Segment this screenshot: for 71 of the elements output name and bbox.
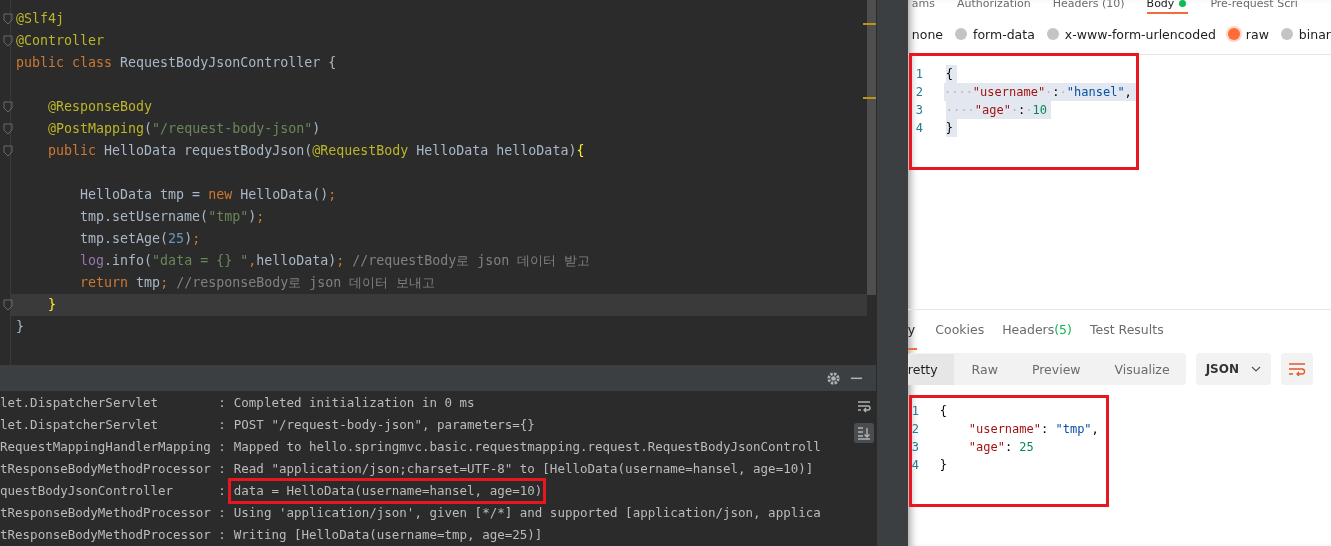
log-source: questBodyJsonController : <box>0 482 226 500</box>
wrap-button[interactable] <box>1281 353 1313 385</box>
line-number: 4 <box>911 457 921 474</box>
radio-button[interactable] <box>1227 28 1240 40</box>
fold-icon[interactable] <box>3 299 13 311</box>
view-tab[interactable]: Visualize <box>1096 353 1186 385</box>
fold-icon[interactable] <box>3 145 13 157</box>
body-type-label[interactable]: form-data <box>973 26 1035 42</box>
body-type-label[interactable]: none <box>911 26 944 42</box>
log-source: tResponseBodyMethodProcessor : <box>0 504 226 522</box>
request-tab[interactable]: ams <box>911 0 936 14</box>
code-line: } <box>47 297 57 312</box>
log-message: Completed initialization in 0 ms <box>232 394 476 412</box>
log-source: RequestMappingHandlerMapping : <box>0 438 226 456</box>
log-message: Using 'application/json', given [*/*] and supported [application/json, applica <box>232 504 822 522</box>
code-line: return tmp; //responseBody로 json 데이터 보내고 <box>79 275 436 290</box>
scroll-to-end-icon[interactable] <box>854 423 875 443</box>
line-number: 2 <box>915 84 925 101</box>
body-type-label[interactable]: x-www-form-urlencoded <box>1064 26 1216 42</box>
line-number: 1 <box>911 403 921 420</box>
chevron-down-icon <box>1251 366 1261 372</box>
log-message: Mapped to hello.springmvc.basic.requestmapping.request.RequestBodyJsonControll <box>232 438 822 456</box>
json-line: } <box>939 457 948 474</box>
radio-button[interactable] <box>955 28 968 40</box>
view-tab[interactable]: retty <box>907 353 954 385</box>
response-tab[interactable]: Cookies <box>935 322 985 350</box>
code-line: log.info("data = {} ",helloData); //requestBody로 json 데이터 받고 <box>79 253 591 268</box>
log-source: let.DispatcherServlet : <box>0 394 226 412</box>
fold-icon[interactable] <box>3 101 13 113</box>
line-number: 3 <box>915 102 925 119</box>
fold-icon[interactable] <box>3 35 13 47</box>
fold-icon[interactable] <box>3 13 13 25</box>
log-message: POST "/request-body-json", parameters={} <box>232 416 536 434</box>
wrap-lines-icon <box>1288 362 1306 376</box>
code-line: tmp.setAge(25); <box>79 231 201 246</box>
response-tab[interactable]: Headers(5) <box>1002 322 1072 350</box>
line-number: 4 <box>915 120 925 137</box>
log-message: Read "application/json;charset=UTF-8" to [HelloData(username=hansel, age=10)] <box>232 460 815 478</box>
response-tab[interactable]: Test Results <box>1089 322 1164 350</box>
code-line: public class RequestBodyJsonController { <box>16 55 337 70</box>
line-number: 3 <box>911 439 921 456</box>
json-line: "username": "tmp", <box>967 421 1099 438</box>
code-line: @PostMapping("/request-body-json") <box>47 121 321 136</box>
view-tab[interactable]: Raw <box>953 353 1014 385</box>
settings-icon[interactable] <box>826 370 842 386</box>
fold-icon[interactable] <box>3 123 13 135</box>
format-dropdown[interactable]: JSON <box>1195 353 1271 385</box>
code-line: } <box>16 319 24 334</box>
body-type-label[interactable]: binar <box>1298 26 1331 42</box>
log-message: data = HelloData(username=hansel, age=10) <box>229 480 545 502</box>
json-line: "age": 25 <box>967 439 1034 456</box>
log-message: Writing [HelloData(username=tmp, age=25)] <box>232 526 544 544</box>
response-tab[interactable]: y <box>907 322 918 350</box>
log-source: tResponseBodyMethodProcessor : <box>0 526 226 544</box>
view-tab[interactable]: Preview <box>1013 353 1097 385</box>
json-line: { <box>939 403 948 420</box>
code-line: public HelloData requestBodyJson(@RequestBody HelloData helloData){ <box>47 143 585 158</box>
log-source: let.DispatcherServlet : <box>0 416 226 434</box>
code-line: @Controller <box>16 33 105 48</box>
radio-button[interactable] <box>1280 28 1293 40</box>
code-line: @ResponseBody <box>47 99 153 114</box>
code-line: HelloData tmp = new HelloData(); <box>79 187 337 202</box>
code-line: @Slf4j <box>16 11 65 26</box>
request-body-editor[interactable]: 1 { 2 ····"username"·:·"hansel", 3 ····"age"·:·10 4 } <box>911 56 1136 167</box>
code-line: tmp.setUsername("tmp"); <box>79 209 265 224</box>
line-number: 2 <box>911 421 921 438</box>
body-type-label[interactable]: raw <box>1245 26 1269 42</box>
line-number: 1 <box>915 66 925 83</box>
code-editor[interactable] <box>0 0 877 366</box>
radio-button[interactable] <box>1046 28 1059 40</box>
log-source: tResponseBodyMethodProcessor : <box>0 460 226 478</box>
